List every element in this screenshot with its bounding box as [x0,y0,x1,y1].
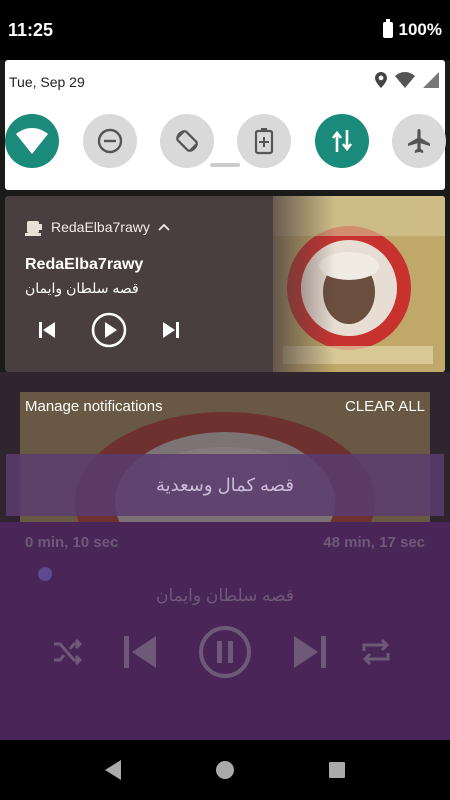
elapsed-time: 0 min, 10 sec [25,534,119,551]
skip-previous-icon [39,322,55,338]
qs-drag-handle[interactable] [210,163,240,167]
quick-settings-panel: Tue, Sep 29 [5,60,446,190]
back-button[interactable] [98,755,128,785]
track-banner: قصه كمال وسعدية [6,454,444,516]
app-icon [25,221,42,236]
status-time: 11:25 [8,20,54,40]
media-controls [25,310,195,350]
previous-button[interactable] [35,310,59,350]
back-icon [105,760,121,780]
bg-previous-button[interactable] [120,622,160,682]
media-notification[interactable]: RedaElba7rawy RedaElba7rawy قصه سلطان وا… [5,196,445,372]
mobile-data-tile[interactable] [315,114,369,168]
home-button[interactable] [210,755,240,785]
airplane-icon [408,129,430,153]
location-icon [375,72,387,88]
app-name: RedaElba7rawy [51,219,150,235]
clear-all-button[interactable]: CLEAR ALL [345,398,425,415]
cell-signal-icon [423,72,439,88]
qs-status-icons [375,72,439,88]
seek-thumb[interactable] [38,567,52,581]
chevron-up-icon[interactable] [158,223,170,231]
play-circle-icon [91,312,127,348]
battery-percent: 100% [398,20,442,39]
total-duration: 48 min, 17 sec [323,534,425,551]
do-not-disturb-icon [97,128,123,154]
status-bar: 11:25 100% [0,0,450,60]
airplane-mode-tile[interactable] [392,114,446,168]
shuffle-icon [54,638,83,666]
current-track-title: قصه سلطان وايمان [155,586,295,605]
pause-circle-icon [199,626,251,678]
skip-next-icon [294,636,326,668]
art-gradient [255,196,335,372]
battery-saver-tile[interactable] [237,114,291,168]
battery-saver-icon [254,128,274,155]
shuffle-button[interactable] [50,622,86,682]
player-controls-area: 0 min, 10 sec 48 min, 17 sec قصه سلطان و… [0,522,450,740]
pause-button[interactable] [195,622,255,682]
auto-rotate-tile[interactable] [160,114,214,168]
skip-previous-icon [124,636,156,668]
notification-header[interactable]: RedaElba7rawy [25,218,170,236]
auto-rotate-icon [176,130,198,152]
media-subtitle: قصه سلطان وايمان [25,280,139,296]
manage-notifications-button[interactable]: Manage notifications [25,398,163,415]
qs-date[interactable]: Tue, Sep 29 [9,74,85,90]
wifi-tile[interactable] [5,114,59,168]
play-button[interactable] [89,310,129,350]
data-transfer-icon [331,130,353,152]
dnd-tile[interactable] [83,114,137,168]
media-title: RedaElba7rawy [25,256,144,273]
status-right: 100% [382,19,442,40]
background-player-app: Manage notifications CLEAR ALL قصه كمال … [0,372,450,740]
repeat-icon [362,638,390,666]
navigation-bar [0,740,450,800]
recents-button[interactable] [322,755,352,785]
home-icon [216,761,234,779]
player-art-area: Manage notifications CLEAR ALL قصه كمال … [0,372,450,522]
next-button[interactable] [159,310,183,350]
battery-icon [382,19,393,38]
bg-next-button[interactable] [290,622,330,682]
wifi-signal-icon [395,72,415,88]
qs-tiles [5,114,446,170]
recents-icon [329,762,345,778]
wifi-icon [16,128,48,154]
player-controls [0,622,450,682]
skip-next-icon [163,322,179,338]
repeat-button[interactable] [358,622,394,682]
